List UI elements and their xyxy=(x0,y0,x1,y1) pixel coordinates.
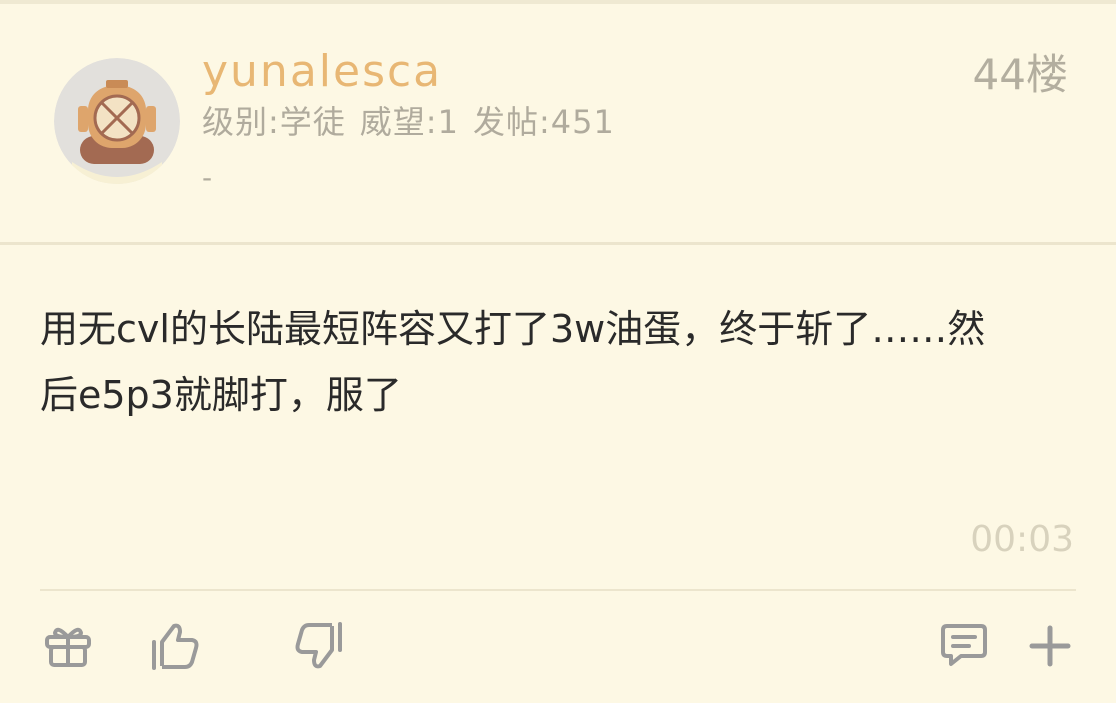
author-prestige: 威望:1 xyxy=(359,103,459,141)
gift-button[interactable] xyxy=(38,616,98,676)
dislike-button[interactable] xyxy=(290,616,350,676)
author-name[interactable]: yunalesca xyxy=(202,44,442,100)
author-post-count: 发帖:451 xyxy=(472,103,615,141)
diving-helmet-icon xyxy=(54,58,180,184)
post-content: 用无cvl的长陆最短阵容又打了3w油蛋，终于斩了……然后e5p3就脚打，服了 xyxy=(40,307,986,417)
thumbs-up-icon xyxy=(152,623,199,670)
post-header: yunalesca 级别:学徒 威望:1 发帖:451 - 44楼 xyxy=(0,4,1116,242)
comment-button[interactable] xyxy=(934,616,994,676)
more-button[interactable] xyxy=(1020,616,1080,676)
like-button[interactable] xyxy=(144,616,204,676)
plus-icon xyxy=(1029,625,1071,667)
author-stats: 级别:学徒 威望:1 发帖:451 xyxy=(202,100,629,144)
post-time: 00:03 xyxy=(970,519,1074,560)
comment-icon xyxy=(941,624,987,666)
header-divider xyxy=(0,242,1116,245)
action-bar xyxy=(0,600,1116,700)
author-signature: - xyxy=(202,161,213,194)
avatar[interactable] xyxy=(54,58,180,184)
thumbs-down-icon xyxy=(295,622,342,669)
author-level: 级别:学徒 xyxy=(202,103,346,141)
floor-number: 44楼 xyxy=(972,50,1068,99)
gift-icon xyxy=(45,627,91,667)
footer-divider xyxy=(40,589,1076,591)
